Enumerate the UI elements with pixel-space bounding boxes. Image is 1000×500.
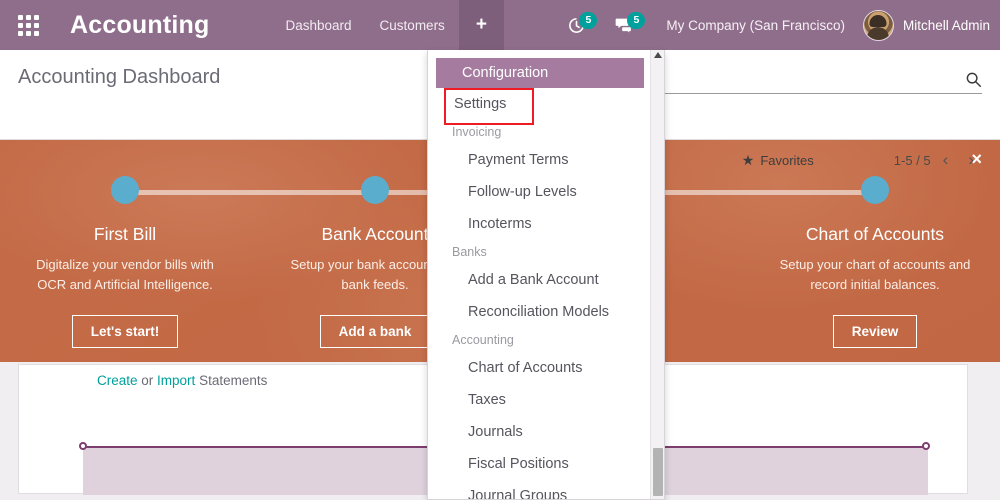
dropdown-group-accounting: Accounting: [452, 333, 514, 347]
activity-menu-button[interactable]: 5: [559, 11, 606, 34]
menu-item-more-plus[interactable]: +: [458, 0, 504, 50]
app-brand-title: Accounting: [70, 10, 210, 39]
create-statement-link[interactable]: Create: [97, 373, 138, 388]
chart-point-end: [922, 442, 930, 450]
scroll-up-arrow-icon[interactable]: [654, 52, 662, 58]
star-icon: ★: [741, 151, 755, 168]
user-menu-button[interactable]: Mitchell Admin: [857, 9, 990, 41]
step-dot-icon: [361, 176, 389, 204]
dropdown-scrollbar[interactable]: [650, 50, 664, 499]
scrollbar-thumb[interactable]: [653, 448, 663, 496]
dropdown-section-configuration[interactable]: Configuration: [436, 58, 644, 88]
chart-point-start: [79, 442, 87, 450]
dropdown-item-journal-groups[interactable]: Journal Groups: [428, 480, 652, 499]
favorites-label: Favorites: [760, 152, 814, 168]
menu-item-customers[interactable]: Customers: [366, 0, 459, 50]
activity-count-badge: 5: [579, 11, 598, 29]
messages-count-badge: 5: [627, 11, 646, 29]
step-title: Chart of Accounts: [805, 224, 945, 244]
dropdown-scroll-content: Configuration Settings Invoicing Payment…: [428, 50, 652, 499]
dropdown-group-banks: Banks: [452, 245, 487, 259]
step-dot-icon: [861, 176, 889, 204]
dropdown-item-follow-up-levels[interactable]: Follow-up Levels: [428, 176, 652, 208]
dropdown-item-fiscal-positions[interactable]: Fiscal Positions: [428, 448, 652, 480]
onboarding-step-first-bill: First Bill Digitalize your vendor bills …: [0, 140, 250, 348]
pager-next-button[interactable]: ›: [960, 150, 982, 170]
favorites-dropdown-button[interactable]: ★ Favorites: [742, 152, 814, 169]
dropdown-item-add-a-bank-account[interactable]: Add a Bank Account: [428, 264, 652, 296]
dropdown-item-chart-of-accounts[interactable]: Chart of Accounts: [428, 352, 652, 384]
pager-previous-button[interactable]: ‹: [935, 150, 957, 170]
statements-label: Statements: [195, 373, 268, 388]
or-label: or: [137, 373, 158, 388]
journal-card-actions: Create or Import Statements: [97, 373, 267, 388]
import-statement-link[interactable]: Import: [157, 373, 195, 388]
apps-grid-icon: [17, 14, 39, 36]
dropdown-item-taxes[interactable]: Taxes: [428, 384, 652, 416]
control-panel-bottom: ★ Favorites 1-5 / 5 ‹ ›: [742, 150, 982, 170]
user-name-label: Mitchell Admin: [902, 17, 990, 33]
dropdown-item-settings[interactable]: Settings: [428, 88, 652, 125]
onboarding-step-chart-of-accounts: Chart of Accounts Setup your chart of ac…: [750, 140, 1000, 348]
company-switcher[interactable]: My Company (San Francisco): [654, 18, 857, 33]
page-title: Accounting Dashboard: [18, 66, 221, 88]
review-button[interactable]: Review: [832, 315, 918, 348]
top-navbar: Accounting Dashboard Customers + 5 5 My …: [0, 0, 1000, 50]
pager: 1-5 / 5 ‹ ›: [894, 150, 982, 170]
step-description: Setup your chart of accounts and record …: [779, 257, 971, 292]
step-description: Digitalize your vendor bills with OCR an…: [36, 257, 214, 292]
dropdown-item-incoterms[interactable]: Incoterms: [428, 208, 652, 240]
step-title: First Bill: [93, 224, 157, 244]
navbar-menu: Dashboard Customers +: [272, 0, 504, 50]
navbar-right-group: 5 5 My Company (San Francisco) Mitchell …: [559, 0, 1000, 50]
dropdown-item-reconciliation-models[interactable]: Reconciliation Models: [428, 296, 652, 328]
dropdown-group-invoicing: Invoicing: [452, 125, 502, 139]
messages-menu-button[interactable]: 5: [606, 11, 654, 33]
configuration-dropdown-menu: Configuration Settings Invoicing Payment…: [427, 50, 665, 500]
search-icon: [966, 72, 982, 88]
add-a-bank-button[interactable]: Add a bank: [319, 315, 431, 348]
pager-count: 1-5 / 5: [893, 152, 931, 168]
dropdown-item-payment-terms[interactable]: Payment Terms: [428, 144, 652, 176]
search-input[interactable]: [652, 66, 982, 94]
apps-menu-button[interactable]: [0, 0, 56, 50]
avatar: [862, 9, 894, 41]
menu-item-dashboard[interactable]: Dashboard: [272, 0, 366, 50]
dropdown-item-journals[interactable]: Journals: [428, 416, 652, 448]
lets-start-button[interactable]: Let's start!: [71, 315, 179, 348]
app-root: Accounting Dashboard Customers + 5 5 My …: [0, 0, 1000, 500]
step-dot-icon: [111, 176, 139, 204]
